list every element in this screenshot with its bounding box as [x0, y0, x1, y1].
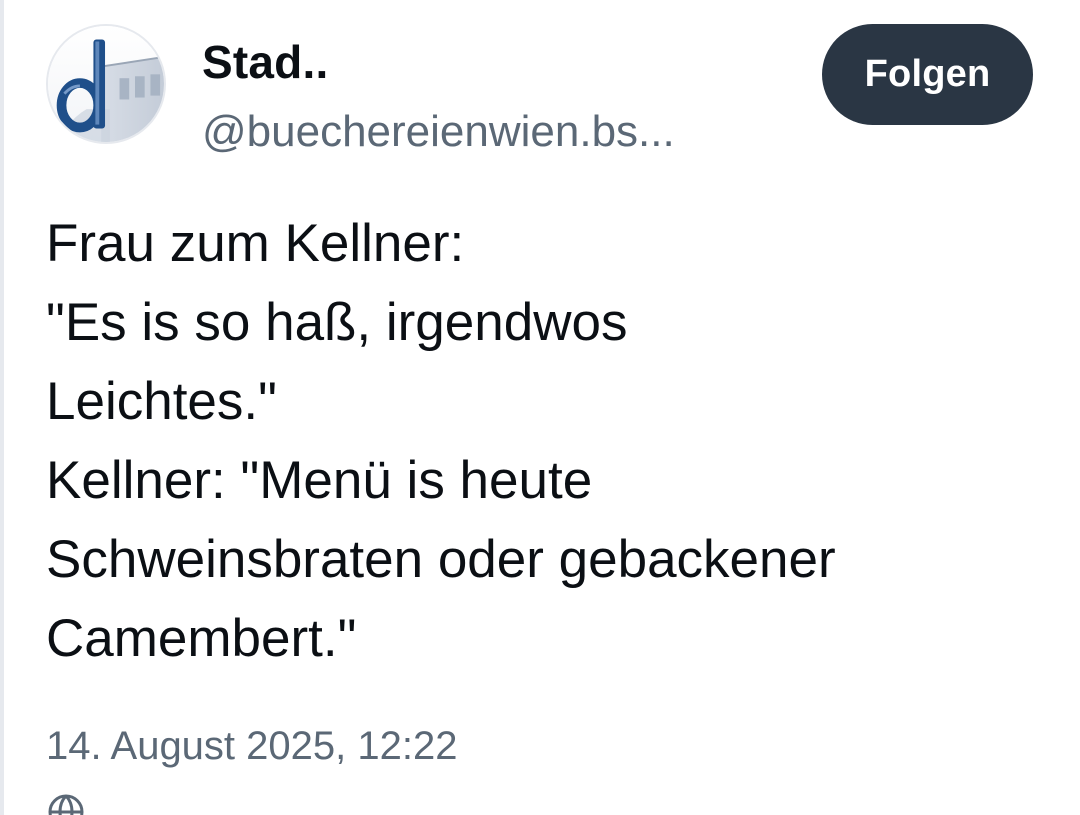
post-text-line: Camembert."	[46, 609, 357, 668]
left-border	[0, 0, 4, 815]
author-display-name[interactable]: Stad..	[202, 34, 328, 90]
post-text-line: Schweinsbraten oder gebackener	[46, 530, 836, 589]
post-text-line: Leichtes."	[46, 372, 277, 431]
cutoff-info-row	[46, 792, 86, 815]
follow-button[interactable]: Folgen	[822, 24, 1033, 125]
post-text-line: Frau zum Kellner:	[46, 214, 465, 273]
avatar[interactable]	[46, 24, 166, 144]
post-text-line: Kellner: "Menü is heute	[46, 451, 593, 510]
post-timestamp[interactable]: 14. August 2025, 12:22	[46, 720, 457, 772]
author-handle[interactable]: @buechereienwien.bs...	[202, 104, 675, 160]
post-text: Frau zum Kellner: "Es is so haß, irgendw…	[46, 204, 1056, 678]
library-building-logo-icon	[48, 26, 164, 142]
post-text-line: "Es is so haß, irgendwos	[46, 293, 628, 352]
globe-icon	[48, 794, 84, 815]
